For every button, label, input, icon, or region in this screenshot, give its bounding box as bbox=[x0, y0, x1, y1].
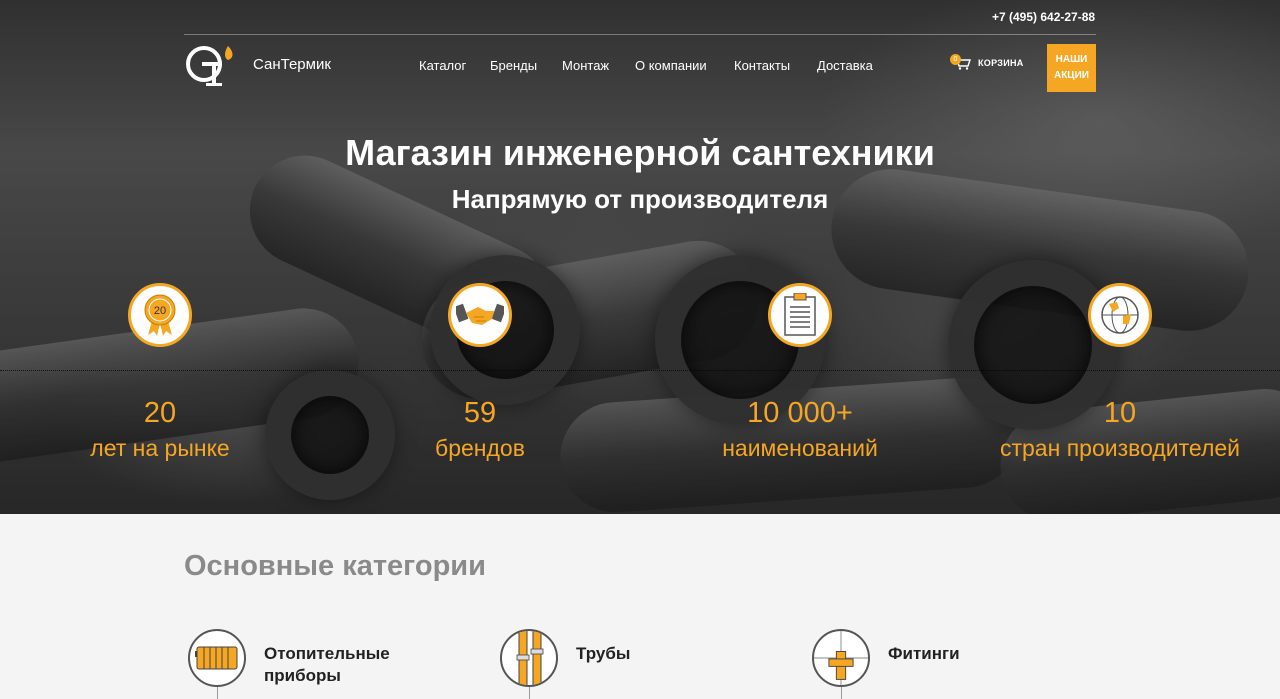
clipboard-list-icon bbox=[768, 283, 832, 347]
category-connector bbox=[529, 687, 530, 699]
stat-label-countries: стран производителей bbox=[999, 435, 1241, 461]
promo-line-2: АКЦИИ bbox=[1053, 70, 1089, 81]
nav-item-brands[interactable]: Бренды bbox=[490, 58, 537, 73]
award-badge-text: 20 bbox=[154, 305, 166, 317]
promo-line-1: НАШИ bbox=[1055, 54, 1088, 65]
award-badge-icon: 20 bbox=[128, 283, 192, 347]
radiator-icon[interactable] bbox=[188, 629, 246, 687]
nav-item-catalog[interactable]: Каталог bbox=[419, 58, 466, 73]
fitting-icon[interactable] bbox=[812, 629, 870, 687]
stat-value-brands: 59 bbox=[463, 397, 497, 429]
promo-button[interactable]: НАШИ АКЦИИ bbox=[1047, 44, 1096, 92]
hero-banner: +7 (495) 642-27-88 СанТермик Каталог Бре… bbox=[0, 0, 1280, 514]
category-label-line1: Трубы bbox=[576, 644, 631, 663]
nav-item-about[interactable]: О компании bbox=[635, 58, 707, 73]
handshake-icon bbox=[448, 283, 512, 347]
stat-value-countries: 10 bbox=[1103, 397, 1137, 429]
category-label-line1: Отопительные bbox=[264, 644, 390, 663]
category-label-heating[interactable]: Отопительные приборы bbox=[264, 643, 390, 687]
category-connector bbox=[841, 687, 842, 699]
stats-divider bbox=[0, 370, 1280, 371]
category-label-line1: Фитинги bbox=[888, 644, 960, 663]
stat-label-items: наименований bbox=[722, 435, 878, 461]
nav-item-installation[interactable]: Монтаж bbox=[562, 58, 609, 73]
hero-subtitle: Напрямую от производителя bbox=[451, 184, 829, 214]
stat-label-brands: брендов bbox=[435, 435, 525, 461]
cart-icon: 0 bbox=[950, 54, 972, 70]
category-label-pipes[interactable]: Трубы bbox=[576, 643, 630, 665]
globe-icon bbox=[1088, 283, 1152, 347]
pipes-icon[interactable] bbox=[500, 629, 558, 687]
stat-value-years: 20 bbox=[143, 397, 177, 429]
stat-label-years: лет на рынке bbox=[90, 435, 230, 461]
nav-item-delivery[interactable]: Доставка bbox=[817, 58, 873, 73]
cart-count-badge: 0 bbox=[950, 54, 961, 65]
brand-name[interactable]: СанТермик bbox=[253, 56, 331, 73]
hero-title: Магазин инженерной сантехники bbox=[345, 132, 935, 173]
header-divider bbox=[184, 34, 1096, 35]
cart-label: КОРЗИНА bbox=[978, 58, 1024, 68]
category-label-fittings[interactable]: Фитинги bbox=[888, 643, 960, 665]
nav-item-contacts[interactable]: Контакты bbox=[734, 58, 790, 73]
categories-heading: Основные категории bbox=[184, 550, 486, 582]
stat-value-items: 10 000+ bbox=[747, 397, 853, 429]
header-phone[interactable]: +7 (495) 642-27-88 bbox=[992, 10, 1095, 24]
category-connector bbox=[217, 687, 218, 699]
cart-link[interactable]: 0 КОРЗИНА bbox=[950, 54, 1024, 70]
santermik-logo-icon[interactable] bbox=[184, 42, 240, 88]
category-label-line2: приборы bbox=[264, 666, 341, 685]
